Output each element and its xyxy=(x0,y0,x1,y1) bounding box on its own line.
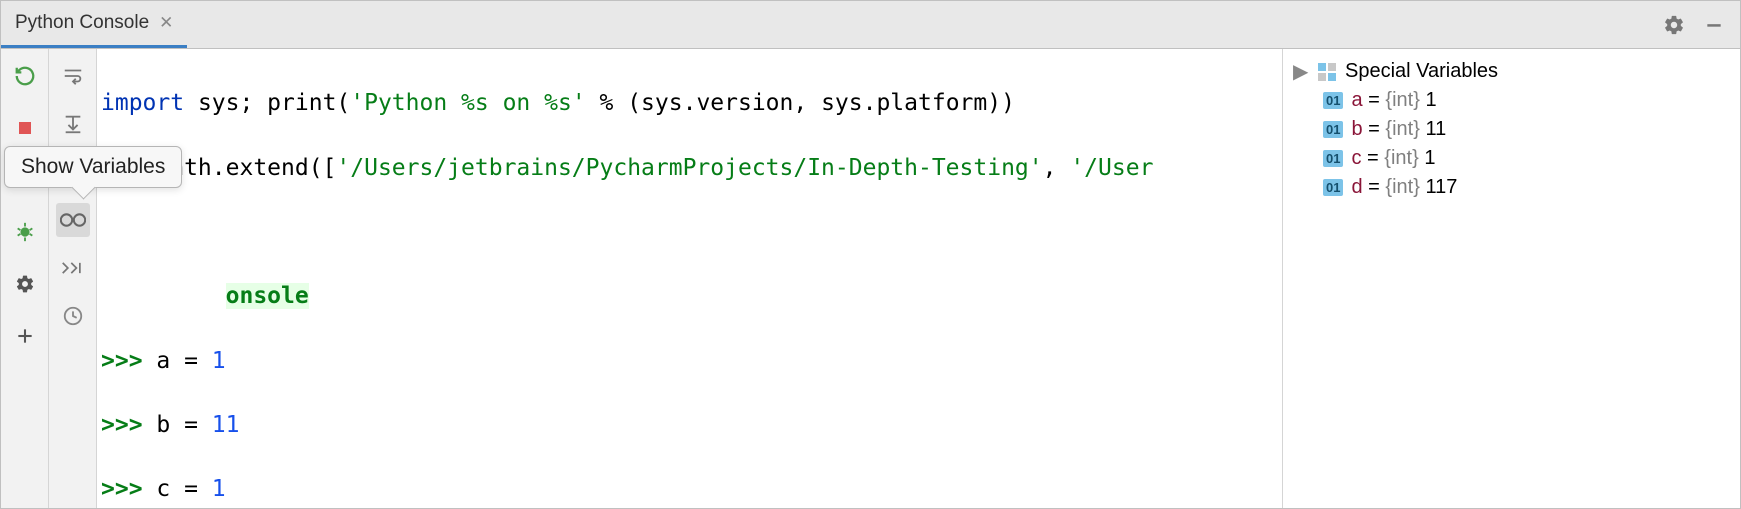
prompt: >>> xyxy=(101,412,143,438)
header-actions xyxy=(1660,1,1740,48)
variable-row[interactable]: 01 a = {int} 1 xyxy=(1289,86,1734,115)
variable-row[interactable]: 01 b = {int} 11 xyxy=(1289,115,1734,144)
tooltip: Show Variables xyxy=(4,146,182,188)
minimize-icon[interactable] xyxy=(1700,11,1728,39)
eq: = xyxy=(1363,176,1386,198)
variable-row[interactable]: 01 c = {int} 1 xyxy=(1289,144,1734,173)
var-name: a xyxy=(1351,89,1362,111)
settings-button[interactable] xyxy=(8,267,42,301)
stop-button[interactable] xyxy=(8,111,42,145)
close-icon[interactable]: ✕ xyxy=(159,13,173,33)
tab-python-console[interactable]: Python Console ✕ xyxy=(1,1,187,48)
special-variables-row[interactable]: ▶ Special Variables xyxy=(1289,57,1734,86)
code-text: 1 xyxy=(212,476,226,502)
gear-icon[interactable] xyxy=(1660,11,1688,39)
var-name: d xyxy=(1351,176,1362,198)
var-value: 11 xyxy=(1425,118,1446,140)
new-console-button[interactable] xyxy=(8,319,42,353)
eq: = xyxy=(1361,147,1384,169)
var-name: b xyxy=(1351,118,1362,140)
code-text: 1 xyxy=(212,348,226,374)
eq: = xyxy=(1363,89,1386,111)
execute-selection-button[interactable] xyxy=(56,251,90,285)
int-badge-icon: 01 xyxy=(1323,179,1343,196)
body: import sys; print('Python %s on %s' % (s… xyxy=(1,49,1740,508)
scroll-to-end-button[interactable] xyxy=(56,107,90,141)
rerun-button[interactable] xyxy=(8,59,42,93)
show-variables-button[interactable] xyxy=(56,203,90,237)
var-type: {int} xyxy=(1385,118,1419,140)
code-text: 11 xyxy=(212,412,240,438)
prompt: >>> xyxy=(101,476,143,502)
vars-group-icon xyxy=(1317,62,1337,82)
special-variables-label: Special Variables xyxy=(1345,60,1498,83)
var-type: {int} xyxy=(1384,147,1418,169)
variable-row[interactable]: 01 d = {int} 117 xyxy=(1289,173,1734,202)
primary-toolbar xyxy=(1,49,49,508)
tooltip-text: Show Variables xyxy=(21,155,165,178)
var-value: 1 xyxy=(1425,89,1436,111)
code-text: sys; print( xyxy=(184,90,350,116)
code-text: '/Users/jetbrains/PycharmProjects/In-Dep… xyxy=(336,155,1042,181)
debug-button[interactable] xyxy=(8,215,42,249)
eq: = xyxy=(1363,118,1386,140)
int-badge-icon: 01 xyxy=(1323,92,1343,109)
chevron-right-icon: ▶ xyxy=(1293,59,1309,84)
console-output[interactable]: import sys; print('Python %s on %s' % (s… xyxy=(97,49,1282,508)
var-type: {int} xyxy=(1385,89,1419,111)
int-badge-icon: 01 xyxy=(1323,121,1343,138)
int-badge-icon: 01 xyxy=(1323,150,1343,167)
var-value: 117 xyxy=(1425,176,1457,198)
code-text: % (sys.version, sys.platform)) xyxy=(586,90,1015,116)
header-bar: Python Console ✕ xyxy=(1,1,1740,49)
code-label: onsole xyxy=(226,283,309,309)
variables-panel: ▶ Special Variables 01 a = {int} 1 01 b … xyxy=(1282,49,1740,508)
var-type: {int} xyxy=(1385,176,1419,198)
prompt: >>> xyxy=(101,348,143,374)
code-text: import xyxy=(101,90,184,116)
code-text: a = xyxy=(143,348,212,374)
code-text: '/User xyxy=(1070,155,1153,181)
var-name: c xyxy=(1351,147,1361,169)
code-text: 'Python %s on %s' xyxy=(350,90,585,116)
code-text: c = xyxy=(143,476,212,502)
secondary-toolbar xyxy=(49,49,97,508)
var-value: 1 xyxy=(1424,147,1435,169)
code-text: b = xyxy=(143,412,212,438)
code-text: , xyxy=(1043,155,1071,181)
soft-wrap-button[interactable] xyxy=(56,59,90,93)
history-button[interactable] xyxy=(56,299,90,333)
tab-title: Python Console xyxy=(15,12,149,34)
